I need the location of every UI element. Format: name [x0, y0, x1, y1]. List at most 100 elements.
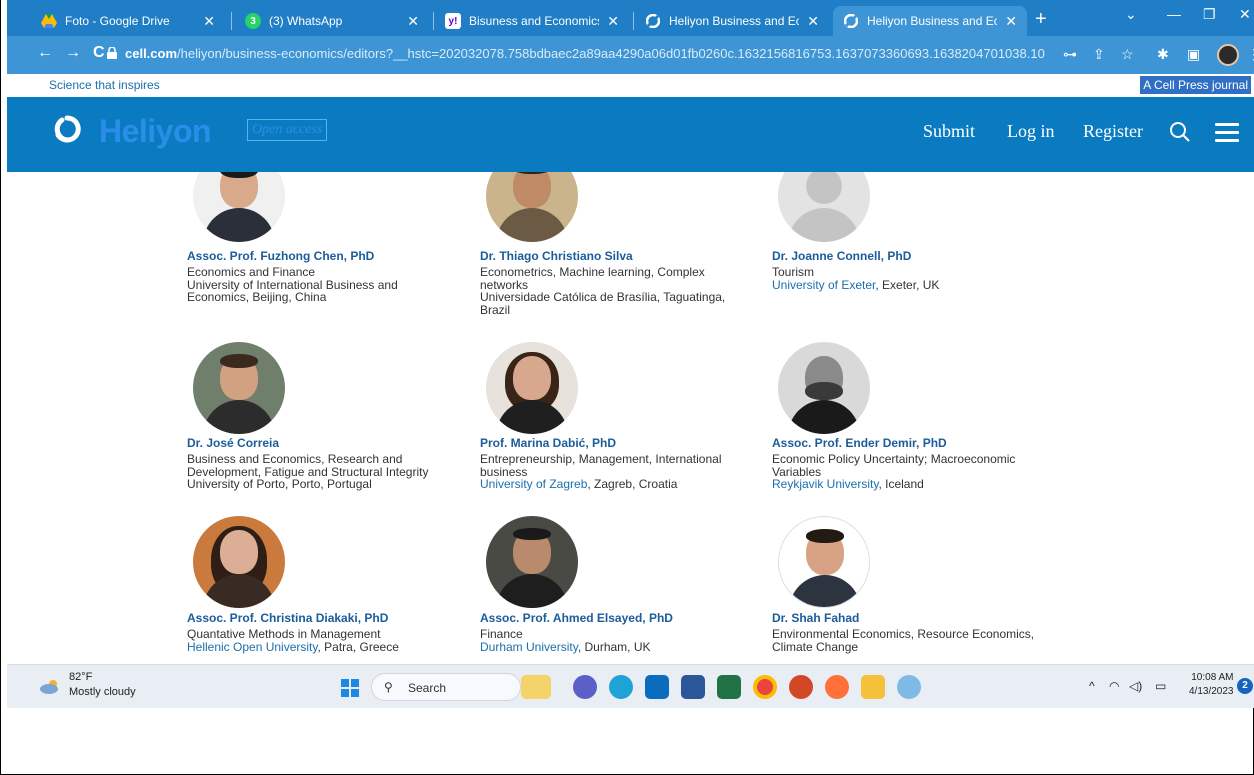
share-icon[interactable]: ⇪ [1093, 46, 1105, 63]
editor-photo[interactable] [486, 342, 578, 434]
bookmark-star-icon[interactable]: ☆ [1121, 46, 1134, 63]
editor-details: Economics and Finance University of Inter… [187, 265, 398, 304]
editor-name[interactable]: Prof. Marina Dabić, PhD [480, 436, 616, 450]
close-icon[interactable]: ✕ [807, 13, 819, 30]
close-icon[interactable]: ✕ [203, 13, 215, 30]
profile-avatar[interactable] [1217, 44, 1239, 66]
temperature[interactable]: 82°F [69, 671, 92, 683]
hamburger-menu-icon[interactable] [1215, 123, 1239, 143]
search-icon: ⚲ [384, 680, 393, 694]
powerpoint-icon[interactable] [789, 675, 813, 699]
reload-icon[interactable]: C [93, 44, 105, 62]
editor-details: Finance Durham University, Durham, UK [480, 627, 651, 654]
close-icon[interactable]: ✕ [1005, 13, 1017, 30]
minimize-icon[interactable]: — [1167, 6, 1181, 22]
windows-start-icon[interactable] [341, 679, 359, 697]
university-link[interactable]: University of Exeter [772, 278, 875, 292]
forward-arrow-icon[interactable]: → [65, 44, 81, 62]
tab-heliyon-active[interactable]: Heliyon Business and Econo ✕ [833, 6, 1027, 36]
volume-icon[interactable]: ◁) [1129, 679, 1142, 693]
screenshot-frame: Foto - Google Drive ✕ 3 (3) WhatsApp ✕ y… [0, 0, 1254, 775]
address-bar[interactable]: cell.com/heliyon/business-economics/edit… [125, 46, 1045, 61]
editor-name[interactable]: Dr. Thiago Christiano Silva [480, 249, 633, 263]
tab-search-chevron-icon[interactable]: ⌄ [1125, 6, 1137, 23]
browser-toolbar: ← → C cell.com/heliyon/business-economic… [7, 36, 1254, 74]
editor-photo[interactable] [778, 516, 870, 608]
wifi-icon[interactable]: ◠ [1109, 679, 1119, 693]
university-link[interactable]: Reykjavik University [772, 477, 878, 491]
tab-separator [433, 12, 434, 30]
clock-date: 4/13/2023 [1189, 686, 1234, 697]
university-link[interactable]: Durham University [480, 640, 578, 654]
weather-description[interactable]: Mostly cloudy [69, 686, 136, 698]
editor-photo[interactable] [193, 172, 285, 242]
editor-photo[interactable] [778, 342, 870, 434]
system-clock[interactable]: 10:08 AM 4/13/2023 [1189, 671, 1234, 699]
editors-list: Assoc. Prof. Fuzhong Chen, PhD Economics… [7, 172, 1254, 664]
firefox-icon[interactable] [825, 675, 849, 699]
clock-time: 10:08 AM [1191, 672, 1234, 683]
window-close-icon[interactable]: ✕ [1239, 6, 1251, 23]
editor-photo[interactable] [486, 516, 578, 608]
heliyon-logo-icon[interactable] [53, 115, 81, 143]
word-icon[interactable] [681, 675, 705, 699]
extensions-puzzle-icon[interactable]: ✱ [1157, 46, 1169, 63]
paint-icon[interactable] [897, 675, 921, 699]
teams-chat-icon[interactable] [573, 675, 597, 699]
submit-link[interactable]: Submit [923, 121, 975, 142]
editor-name[interactable]: Assoc. Prof. Christina Diakaki, PhD [187, 611, 388, 625]
mail-icon[interactable] [645, 675, 669, 699]
editor-name[interactable]: Assoc. Prof. Ahmed Elsayed, PhD [480, 611, 673, 625]
tab-title: (3) WhatsApp [269, 14, 343, 28]
close-icon[interactable]: ✕ [407, 13, 419, 30]
yahoo-icon: y! [445, 13, 461, 29]
register-link[interactable]: Register [1083, 121, 1143, 142]
desktop-screenshot: Foto - Google Drive ✕ 3 (3) WhatsApp ✕ y… [7, 0, 1254, 708]
university-link[interactable]: University of Zagreb [480, 477, 587, 491]
close-icon[interactable]: ✕ [607, 13, 619, 30]
chevron-up-icon[interactable]: ^ [1089, 679, 1095, 693]
editor-photo[interactable] [193, 342, 285, 434]
editor-photo[interactable] [778, 172, 870, 242]
battery-icon[interactable]: ▭ [1155, 679, 1166, 693]
editor-name[interactable]: Dr. José Correia [187, 436, 279, 450]
university-link[interactable]: Hellenic Open University [187, 640, 318, 654]
tab-google-drive[interactable]: Foto - Google Drive ✕ [31, 6, 225, 36]
editor-name[interactable]: Assoc. Prof. Ender Demir, PhD [772, 436, 947, 450]
editor-name[interactable]: Dr. Joanne Connell, PhD [772, 249, 911, 263]
new-tab-plus-icon[interactable]: + [1035, 8, 1047, 31]
editor-name[interactable]: Dr. Shah Fahad [772, 611, 859, 625]
cell-press-badge[interactable]: A Cell Press journal [1140, 76, 1251, 94]
back-arrow-icon[interactable]: ← [37, 44, 53, 62]
heliyon-icon [645, 13, 661, 29]
taskbar-search-input[interactable]: ⚲ Search [371, 673, 521, 701]
restore-icon[interactable]: ❐ [1203, 6, 1216, 23]
chrome-icon[interactable] [753, 675, 777, 699]
brand-name[interactable]: Heliyon [99, 113, 212, 150]
more-menu-icon[interactable]: ⋮ [1247, 46, 1254, 63]
news-widget-icon[interactable] [521, 675, 551, 699]
login-link[interactable]: Log in [1007, 121, 1055, 142]
side-panel-icon[interactable]: ▣ [1187, 46, 1200, 63]
heliyon-icon [843, 13, 859, 29]
editor-details: Economic Policy Uncertainty; Macroeconom… [772, 452, 1016, 491]
tab-whatsapp[interactable]: 3 (3) WhatsApp ✕ [235, 6, 429, 36]
excel-icon[interactable] [717, 675, 741, 699]
tab-yahoo-bisuness[interactable]: y! Bisuness and Economics Heli ✕ [435, 6, 629, 36]
tab-title: Foto - Google Drive [65, 14, 170, 28]
cloudy-weather-icon[interactable] [39, 678, 61, 694]
file-explorer-icon[interactable] [861, 675, 885, 699]
password-key-icon[interactable]: ⊶ [1063, 46, 1077, 63]
editor-photo[interactable] [193, 516, 285, 608]
url-path: /heliyon/business-economics/editors?__hs… [177, 46, 1045, 61]
editor-photo[interactable] [486, 172, 578, 242]
editor-name[interactable]: Assoc. Prof. Fuzhong Chen, PhD [187, 249, 374, 263]
whatsapp-icon: 3 [245, 13, 261, 29]
editor-details: Econometrics, Machine learning, Complex n… [480, 265, 726, 317]
search-icon[interactable] [1169, 121, 1191, 143]
site-tagline[interactable]: Science that inspires [49, 78, 160, 92]
edge-browser-icon[interactable] [609, 675, 633, 699]
tab-title: Heliyon Business and Econo [669, 14, 800, 28]
notification-badge[interactable]: 2 [1237, 678, 1253, 694]
tab-heliyon-1[interactable]: Heliyon Business and Econo ✕ [635, 6, 829, 36]
